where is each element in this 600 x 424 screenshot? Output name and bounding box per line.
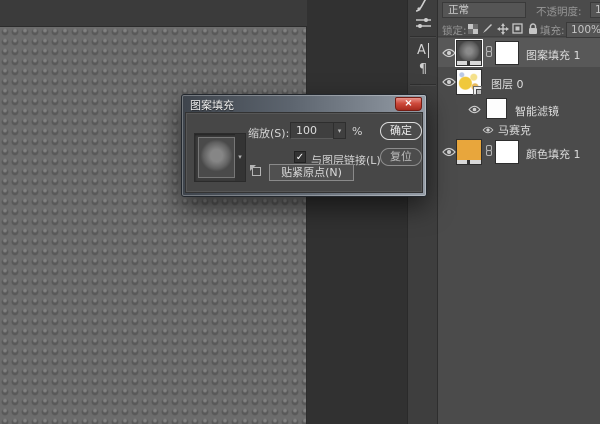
color-fill-thumbnail[interactable] [456,139,482,165]
fill-value[interactable]: 100% [566,22,600,38]
lock-label: 锁定: [442,23,467,38]
dialog-body: 缩放(S): 100 ▾ % ▾ 确定 复位 ✓ 与图层链接(L) 贴紧原点(N… [185,112,423,193]
eye-icon[interactable] [442,147,456,157]
scale-input[interactable]: 100 [290,122,334,139]
lock-row: 锁定: 填充: 100% [438,21,600,37]
fill-thumb-slider [457,160,481,164]
document-canvas[interactable] [0,26,307,424]
layers-panel: 正常 不透明度: 100% ▾ 锁定: [437,0,600,424]
layer-name[interactable]: 图案填充 1 [526,47,581,63]
mosaic-filter-label[interactable]: 马赛克 [498,122,531,138]
link-mask-icon [486,46,493,59]
layer-row-pattern-fill[interactable]: 图案填充 1 [438,38,600,67]
layer-name[interactable]: 颜色填充 1 [526,146,581,162]
paragraph-panel-icon[interactable]: ¶ [408,62,438,78]
layer-mask-thumbnail[interactable] [495,41,519,65]
lock-transparency-icon[interactable] [466,22,479,35]
lock-artboard-icon[interactable] [511,22,524,35]
layer-row-color-fill[interactable]: 颜色填充 1 [438,137,600,166]
character-panel-icon[interactable]: A [408,43,438,59]
smart-object-thumbnail[interactable] [456,69,482,95]
eye-icon[interactable] [468,104,482,114]
snap-to-origin-button[interactable]: 贴紧原点(N) [269,164,354,181]
opacity-label: 不透明度: [536,4,582,19]
photoshop-window: A ¶ 正常 不透明度: 100% ▾ 锁定: [0,0,600,424]
lock-position-icon[interactable] [496,22,509,35]
lock-all-icon[interactable] [526,22,539,35]
lock-paint-icon[interactable] [481,22,494,35]
smart-object-badge-icon [473,86,482,95]
eye-icon[interactable] [442,48,456,58]
layer-name[interactable]: 图层 0 [491,76,524,92]
reset-button[interactable]: 复位 [380,148,422,166]
close-icon[interactable]: × [395,97,422,111]
fill-thumb-slider [457,61,481,65]
pattern-preview-thumbnail[interactable] [198,137,235,178]
scale-label: 缩放(S): [248,125,289,141]
percent-sign: % [352,125,362,138]
layer-row-layer0[interactable]: 图层 0 [438,68,600,96]
layer-mask-thumbnail[interactable] [495,140,519,164]
panel-dock: A ¶ [407,0,437,424]
smart-filters-row[interactable]: 智能滤镜 [438,97,600,121]
scale-dropdown-icon[interactable]: ▾ [333,122,346,139]
sliders-icon[interactable] [408,16,438,32]
dock-divider [410,84,436,86]
curves-adjustment-icon[interactable] [408,0,438,13]
workspace-background [307,0,407,424]
smart-filter-thumbnail[interactable] [486,98,507,119]
blend-mode-row: 正常 不透明度: 100% ▾ [438,2,600,19]
link-mask-icon [486,145,493,158]
pattern-picker[interactable]: ▾ [194,133,246,182]
pattern-dropdown-icon[interactable]: ▾ [235,134,245,181]
eye-icon[interactable] [482,124,496,134]
fill-label: 填充: [540,23,565,38]
mosaic-filter-row[interactable]: 马赛克 [438,121,600,135]
eye-icon[interactable] [442,77,456,87]
pattern-fill-thumbnail[interactable] [456,40,482,66]
blend-mode-select[interactable]: 正常 [442,2,526,18]
dock-divider [410,36,436,38]
pattern-fill-dialog: 图案填充 × 缩放(S): 100 ▾ % ▾ 确定 复位 ✓ 与图层链接(L)… [181,94,427,197]
smart-filters-label[interactable]: 智能滤镜 [515,103,559,119]
dialog-title: 图案填充 [190,97,234,113]
ok-button[interactable]: 确定 [380,122,422,140]
snap-origin-icon [252,167,261,176]
link-with-layer-checkbox[interactable]: ✓ [294,151,306,163]
opacity-value[interactable]: 100% ▾ [590,2,600,18]
